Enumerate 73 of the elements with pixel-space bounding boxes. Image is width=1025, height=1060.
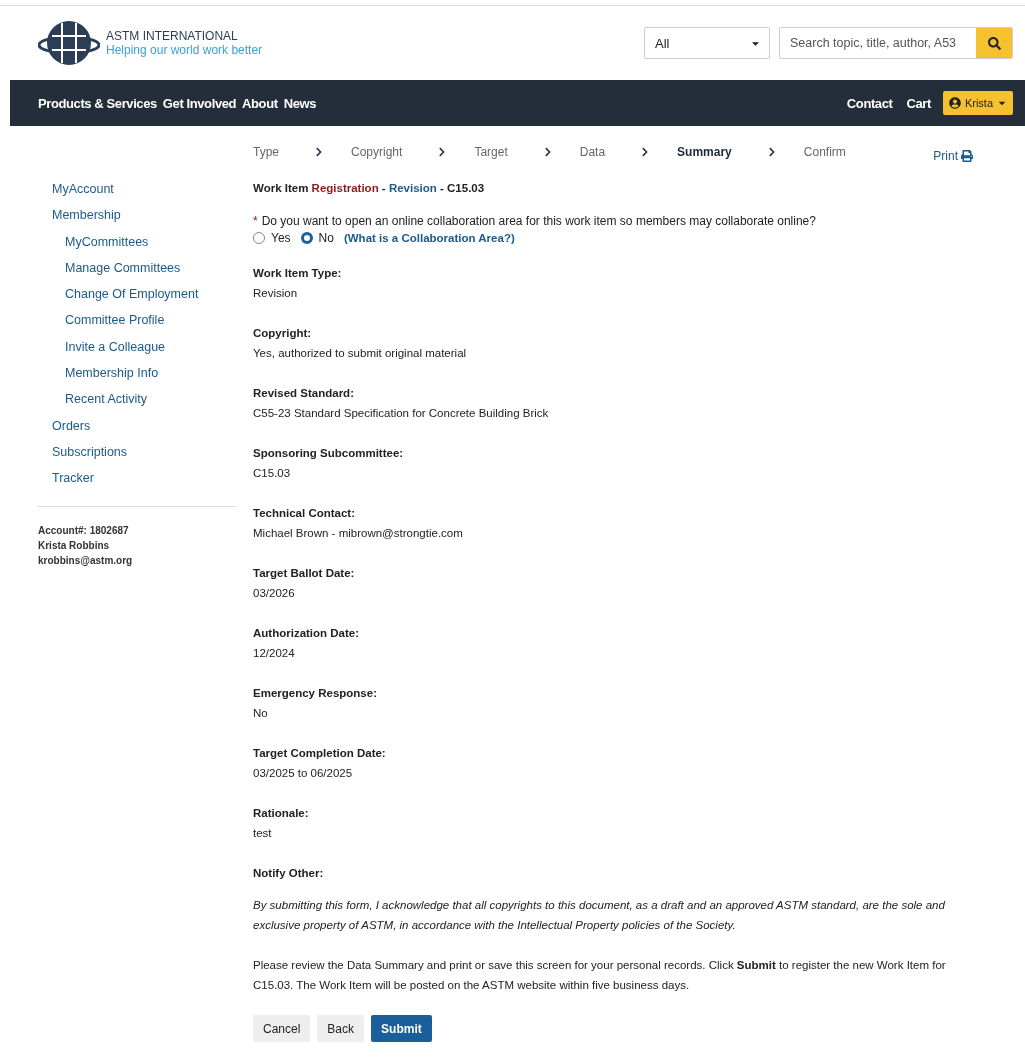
step-link[interactable]: Confirm bbox=[803, 145, 846, 159]
search-button[interactable] bbox=[976, 28, 1012, 58]
nav-link[interactable]: Get Involved bbox=[162, 95, 237, 111]
user-icon bbox=[948, 97, 961, 109]
tagline: Helping our world work better bbox=[106, 43, 263, 57]
field-label: Authorization Date: bbox=[253, 626, 361, 641]
nav-link[interactable]: Cart bbox=[906, 95, 931, 111]
field-value: C55-23 Standard Specification for Concrete Building Brick bbox=[253, 406, 550, 421]
chevron-icon bbox=[314, 147, 324, 157]
radio-icon[interactable] bbox=[300, 232, 313, 244]
radio-option[interactable]: Yes bbox=[253, 231, 291, 245]
radio-option[interactable]: No bbox=[300, 231, 334, 245]
nav-link[interactable]: Products & Services bbox=[38, 95, 157, 111]
field-label: Rationale: bbox=[253, 806, 310, 821]
step-link[interactable]: Copyright bbox=[351, 145, 403, 159]
field-value: Yes, authorized to submit original material bbox=[253, 346, 468, 361]
help-link[interactable]: (What is a Collaboration Area?) bbox=[343, 232, 515, 244]
sidebar-link[interactable]: Change Of Employment bbox=[65, 285, 237, 312]
step-link[interactable]: Data bbox=[579, 145, 606, 159]
printer-icon bbox=[961, 150, 973, 162]
submit-button[interactable]: Submit bbox=[371, 1015, 432, 1042]
scope-select[interactable]: All bbox=[644, 27, 770, 59]
account-info: Krista Robbins bbox=[38, 538, 111, 553]
globe-logo-icon bbox=[38, 18, 100, 68]
field-value: 03/2025 to 06/2025 bbox=[253, 766, 354, 781]
account-info: krobbins@astm.org bbox=[38, 553, 134, 568]
sidebar-link[interactable]: MyAccount bbox=[52, 180, 237, 207]
chevron-icon bbox=[766, 147, 777, 157]
secondary-button[interactable]: Back bbox=[317, 1015, 365, 1042]
nav-link[interactable]: News bbox=[283, 95, 316, 111]
step-link[interactable]: Type bbox=[253, 145, 279, 159]
print-link[interactable]: Print bbox=[933, 149, 973, 163]
sidebar-link[interactable]: Subscriptions bbox=[52, 442, 237, 470]
field-value: C15.03 bbox=[253, 466, 292, 481]
field-value: No bbox=[253, 706, 269, 721]
sidebar-link[interactable]: Membership Info bbox=[65, 364, 237, 391]
field-label: Copyright: bbox=[253, 326, 313, 341]
field-label: Target Completion Date: bbox=[253, 746, 387, 761]
page-title: Work Item Registration - Revision - C15.03 bbox=[253, 182, 486, 196]
step-link[interactable]: Target bbox=[474, 145, 508, 159]
field-label: Notify Other: bbox=[253, 866, 325, 881]
field-label: Revised Standard: bbox=[253, 386, 355, 401]
chevron-icon bbox=[542, 147, 553, 157]
field-label: Sponsoring Subcommittee: bbox=[253, 446, 405, 461]
search-icon bbox=[987, 36, 1001, 50]
sidebar-link[interactable]: Committee Profile bbox=[65, 311, 237, 338]
field-label: Work Item Type: bbox=[253, 266, 343, 281]
brand-name: ASTM INTERNATIONAL bbox=[106, 29, 239, 43]
nav-link[interactable]: About bbox=[242, 95, 278, 111]
sidebar-link[interactable]: Recent Activity bbox=[65, 390, 237, 417]
question-text: * Do you want to open an online collaboration area for this work item so members may collaborate online? bbox=[253, 214, 817, 228]
secondary-button[interactable]: Cancel bbox=[253, 1015, 311, 1042]
sidebar-link[interactable]: MyCommittees bbox=[65, 232, 237, 259]
sidebar-link[interactable]: Invite a Colleague bbox=[65, 337, 237, 365]
field-value: test bbox=[253, 826, 273, 841]
sidebar-link[interactable]: Membership bbox=[52, 206, 237, 233]
disclaimer-text: By submitting this form, I acknowledge that all copyrights to this document, as a draft and an approved ASTM standard, are the sole and exclusive property of ASTM, in accordance with the Intellectual Property policies of the Society. bbox=[253, 898, 946, 933]
review-note: Please review the Data Summary and print or save this screen for your personal records. Click Submit to register the new Work Item for C15.03. The Work Item will be posted on the ASTM website within five business days. bbox=[253, 958, 947, 993]
field-value: Michael Brown - mibrown@strongtie.com bbox=[253, 526, 464, 541]
field-label: Technical Contact: bbox=[253, 506, 357, 521]
sidebar-link[interactable]: Tracker bbox=[52, 469, 237, 496]
field-value: 12/2024 bbox=[253, 646, 296, 661]
field-value: Revision bbox=[253, 286, 299, 301]
field-label: Target Ballot Date: bbox=[253, 566, 356, 581]
field-value: 03/2026 bbox=[253, 586, 296, 601]
field-label: Emergency Response: bbox=[253, 686, 378, 701]
account-info: Account#: 1802687 bbox=[38, 523, 130, 538]
search-field[interactable]: Search topic, title, author, A53 bbox=[779, 27, 1013, 59]
user-menu-button[interactable]: Krista bbox=[942, 91, 1013, 115]
sidebar-link[interactable]: Orders bbox=[52, 416, 237, 443]
nav-link[interactable]: Contact bbox=[846, 95, 893, 111]
sidebar-link[interactable]: Manage Committees bbox=[65, 258, 237, 286]
step-link[interactable]: Summary bbox=[677, 145, 732, 159]
